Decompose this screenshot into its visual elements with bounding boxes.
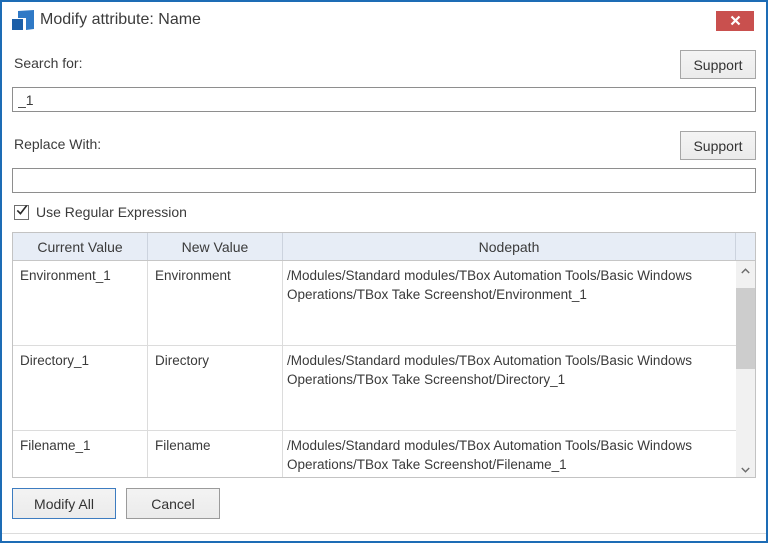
chevron-down-icon — [741, 460, 750, 478]
column-header-nodepath[interactable]: Nodepath — [283, 233, 736, 260]
use-regex-checkbox[interactable] — [14, 205, 29, 220]
cell-nodepath: /Modules/Standard modules/TBox Automatio… — [283, 261, 736, 345]
checkmark-icon — [16, 203, 28, 221]
modify-attribute-dialog: Modify attribute: Name Search for: Suppo… — [0, 0, 768, 543]
results-table: Current Value New Value Nodepath Environ… — [12, 232, 756, 478]
cell-current-value: Environment_1 — [13, 261, 148, 345]
cell-new-value: Directory — [148, 346, 283, 430]
scroll-up-button[interactable] — [736, 261, 755, 278]
dialog-title: Modify attribute: Name — [40, 11, 201, 29]
table-body: Environment_1 Environment /Modules/Stand… — [13, 261, 755, 477]
cell-new-value: Filename — [148, 431, 283, 477]
close-icon — [730, 14, 741, 29]
cell-current-value: Filename_1 — [13, 431, 148, 477]
vertical-scrollbar[interactable] — [736, 261, 755, 477]
title-bar: Modify attribute: Name — [2, 2, 766, 40]
cell-nodepath: /Modules/Standard modules/TBox Automatio… — [283, 431, 736, 477]
table-header: Current Value New Value Nodepath — [13, 233, 755, 261]
use-regex-option[interactable]: Use Regular Expression — [14, 203, 187, 221]
scroll-down-button[interactable] — [736, 460, 755, 477]
replace-support-button[interactable]: Support — [680, 131, 756, 160]
close-button[interactable] — [716, 11, 754, 31]
search-input[interactable] — [12, 87, 756, 112]
use-regex-label: Use Regular Expression — [36, 204, 187, 220]
search-support-button[interactable]: Support — [680, 50, 756, 79]
tosca-app-icon — [12, 10, 34, 30]
table-row[interactable]: Directory_1 Directory /Modules/Standard … — [13, 346, 736, 431]
scrollbar-thumb[interactable] — [736, 288, 755, 369]
replace-input[interactable] — [12, 168, 756, 193]
table-row[interactable]: Environment_1 Environment /Modules/Stand… — [13, 261, 736, 346]
cell-current-value: Directory_1 — [13, 346, 148, 430]
cell-nodepath: /Modules/Standard modules/TBox Automatio… — [283, 346, 736, 430]
scrollbar-header-spacer — [736, 233, 755, 260]
table-row[interactable]: Filename_1 Filename /Modules/Standard mo… — [13, 431, 736, 477]
replace-with-label: Replace With: — [14, 136, 101, 152]
modify-all-button[interactable]: Modify All — [12, 488, 116, 519]
footer-divider — [2, 533, 766, 534]
search-for-label: Search for: — [14, 55, 82, 71]
cancel-button[interactable]: Cancel — [126, 488, 220, 519]
column-header-current-value[interactable]: Current Value — [13, 233, 148, 260]
column-header-new-value[interactable]: New Value — [148, 233, 283, 260]
chevron-up-icon — [741, 261, 750, 279]
cell-new-value: Environment — [148, 261, 283, 345]
